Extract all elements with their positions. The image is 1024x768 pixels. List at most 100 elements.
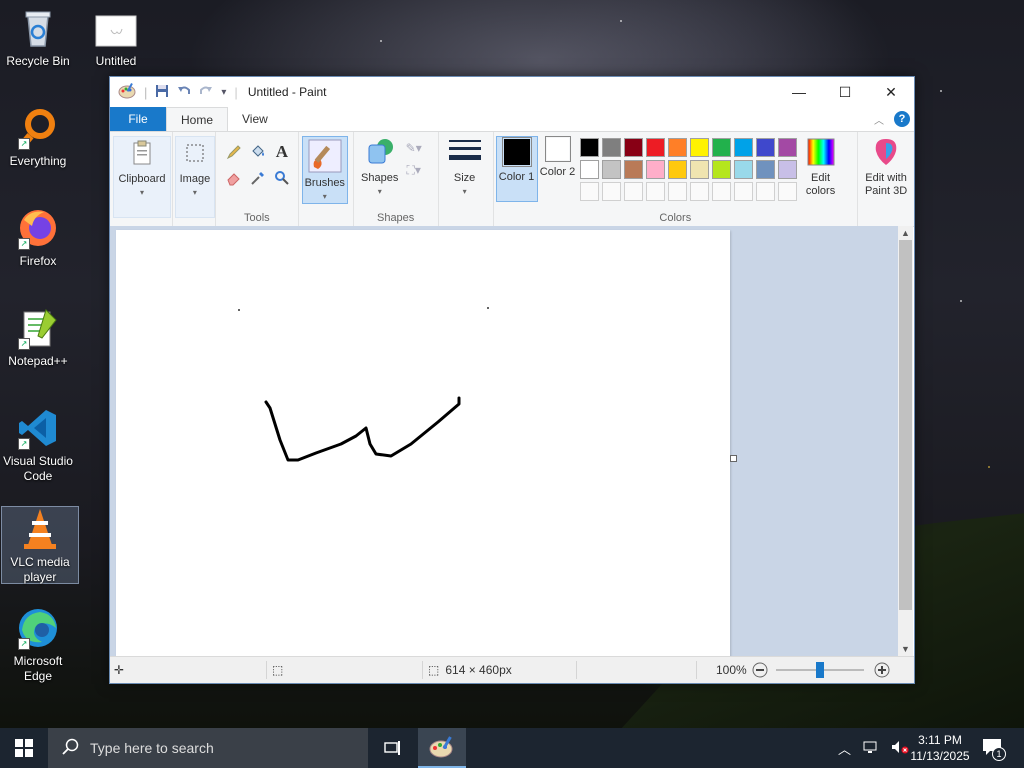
scroll-up-arrow-icon[interactable]: ▲	[898, 226, 913, 240]
star	[380, 40, 382, 42]
palette-swatch[interactable]	[667, 160, 687, 179]
vertical-scrollbar[interactable]: ▲ ▼	[898, 226, 913, 656]
palette-swatch[interactable]	[645, 160, 665, 179]
palette-swatch[interactable]	[755, 160, 775, 179]
desktop-icon-recycle-bin[interactable]: Recycle Bin	[0, 6, 76, 69]
palette-swatch[interactable]	[689, 138, 709, 157]
eraser-icon[interactable]	[224, 168, 244, 188]
zoom-slider[interactable]	[776, 657, 864, 683]
desktop-icon-label: Visual Studio Code	[3, 454, 73, 483]
undo-icon[interactable]	[177, 84, 191, 101]
color1-label: Color 1	[498, 171, 535, 183]
image-button[interactable]: Image ▾	[174, 136, 215, 218]
palette-swatch[interactable]	[755, 138, 775, 157]
palette-swatch[interactable]	[733, 160, 753, 179]
help-icon[interactable]: ?	[894, 111, 910, 127]
palette-swatch[interactable]	[667, 138, 687, 157]
save-icon[interactable]	[155, 84, 169, 101]
show-hidden-icons-chevron-icon[interactable]: ︿	[838, 739, 851, 758]
palette-swatch[interactable]	[623, 138, 643, 157]
custom-color-slot[interactable]	[689, 182, 709, 201]
taskbar-clock[interactable]: 3:11 PM 11/13/2025	[904, 728, 976, 768]
zoom-out-button[interactable]	[752, 657, 768, 683]
taskbar-search-box[interactable]: Type here to search	[48, 728, 368, 768]
desktop-icon-firefox[interactable]: ↗ Firefox	[0, 206, 76, 269]
scroll-down-arrow-icon[interactable]: ▼	[898, 642, 913, 656]
close-button[interactable]: ✕	[868, 77, 914, 107]
palette-swatch[interactable]	[733, 138, 753, 157]
edit-with-paint3d-button[interactable]: Edit with Paint 3D	[860, 136, 912, 200]
custom-color-slot[interactable]	[601, 182, 621, 201]
zoom-in-button[interactable]	[874, 657, 890, 683]
size-button[interactable]: Size ▾	[445, 136, 485, 200]
minimize-button[interactable]: —	[776, 77, 822, 107]
scrollbar-thumb[interactable]	[899, 240, 912, 610]
custom-color-slot[interactable]	[667, 182, 687, 201]
palette-swatch[interactable]	[645, 138, 665, 157]
qat-customize-chevron-icon[interactable]: ▾	[221, 87, 226, 98]
pencil-icon[interactable]	[224, 142, 244, 162]
desktop-icon-edge[interactable]: ↗ Microsoft Edge	[0, 606, 76, 684]
desktop-icon-vscode[interactable]: ↗ Visual Studio Code	[0, 406, 76, 484]
action-center-button[interactable]: 1	[982, 728, 1006, 768]
tab-file[interactable]: File	[110, 107, 166, 131]
palette-swatch[interactable]	[601, 160, 621, 179]
canvas-resize-handle[interactable]	[730, 455, 737, 462]
maximize-button[interactable]: ☐	[822, 77, 868, 107]
network-icon[interactable]	[863, 740, 879, 757]
tab-view[interactable]: View	[228, 107, 282, 131]
brushes-button[interactable]: Brushes ▾	[301, 136, 348, 204]
redo-icon[interactable]	[199, 84, 213, 101]
colors-group-label: Colors	[659, 212, 692, 224]
quick-access-toolbar: | ▾ |	[110, 82, 238, 102]
shortcut-arrow-icon: ↗	[18, 338, 30, 350]
custom-color-slot[interactable]	[733, 182, 753, 201]
drawing-canvas[interactable]	[116, 230, 730, 656]
clipboard-button[interactable]: Clipboard ▾	[113, 136, 171, 218]
palette-swatch[interactable]	[711, 160, 731, 179]
desktop-icon-label: Microsoft Edge	[13, 654, 63, 683]
task-view-button[interactable]	[368, 728, 416, 768]
desktop-icon-everything[interactable]: ↗ Everything	[0, 106, 76, 169]
shortcut-arrow-icon: ↗	[18, 138, 30, 150]
custom-color-slot[interactable]	[645, 182, 665, 201]
palette-swatch[interactable]	[601, 138, 621, 157]
palette-swatch[interactable]	[689, 160, 709, 179]
star	[960, 300, 962, 302]
fill-bucket-icon[interactable]	[248, 142, 268, 162]
color-picker-icon[interactable]	[248, 168, 268, 188]
zoom-slider-thumb[interactable]	[816, 662, 824, 678]
custom-color-slot[interactable]	[711, 182, 731, 201]
palette-swatch[interactable]	[623, 160, 643, 179]
desktop-icon-notepadpp[interactable]: ↗ Notepad++	[0, 306, 76, 369]
color1-button[interactable]: Color 1	[495, 136, 538, 202]
text-tool-icon[interactable]: A	[272, 142, 292, 162]
canvas-area[interactable]	[110, 226, 898, 656]
edge-icon: ↗	[16, 606, 60, 650]
color2-button[interactable]: Color 2	[538, 136, 578, 200]
start-button[interactable]	[0, 728, 48, 768]
desktop-icon-vlc[interactable]: VLC media player	[1, 506, 79, 584]
custom-color-slot[interactable]	[755, 182, 775, 201]
tab-home[interactable]: Home	[166, 107, 229, 131]
brush-icon	[307, 139, 343, 173]
collapse-ribbon-chevron-icon[interactable]: ︿	[874, 112, 884, 127]
custom-color-slot[interactable]	[623, 182, 643, 201]
outline-icon[interactable]: ✎▾	[404, 138, 424, 158]
palette-swatch[interactable]	[579, 138, 599, 157]
palette-swatch[interactable]	[777, 138, 797, 157]
star	[988, 466, 990, 468]
palette-swatch[interactable]	[711, 138, 731, 157]
paint-app-icon[interactable]	[118, 82, 136, 102]
desktop-icon-untitled[interactable]: Untitled	[78, 6, 154, 69]
edit-colors-button[interactable]: Edit colors	[798, 136, 844, 200]
custom-color-slot[interactable]	[777, 182, 797, 201]
palette-swatch[interactable]	[579, 160, 599, 179]
taskbar-paint-button[interactable]	[418, 728, 466, 768]
magnifier-icon[interactable]	[272, 168, 292, 188]
custom-color-slot[interactable]	[579, 182, 599, 201]
ribbon-tabs: File Home View ︿ ?	[110, 107, 914, 131]
fill-icon[interactable]: ⛶▾	[404, 160, 424, 180]
palette-swatch[interactable]	[777, 160, 797, 179]
shapes-button[interactable]: Shapes ▾	[360, 136, 400, 200]
